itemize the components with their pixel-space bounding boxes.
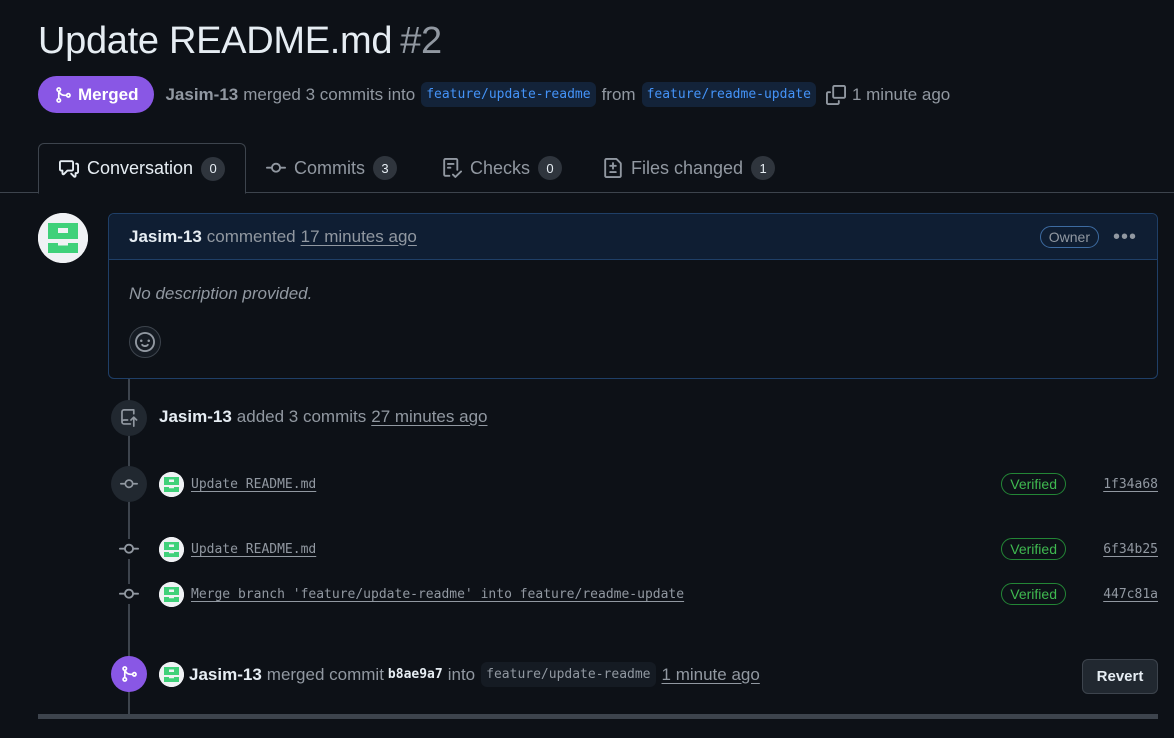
commit-row: Merge branch 'feature/update-readme' int… <box>159 581 1158 607</box>
commit-message-link[interactable]: Update README.md <box>191 542 316 557</box>
merge-author-link[interactable]: Jasim-13 <box>189 665 262 685</box>
tab-commits-count: 3 <box>373 156 397 180</box>
checklist-icon <box>443 158 462 178</box>
merge-branch-link[interactable]: feature/update-readme <box>481 662 656 687</box>
merge-commit-sha-link[interactable]: b8ae9a7 <box>388 667 443 682</box>
comment-discussion-icon <box>59 159 79 178</box>
verified-badge[interactable]: Verified <box>1001 538 1066 560</box>
avatar[interactable] <box>159 471 184 497</box>
commit-sha-link[interactable]: 447c81a <box>1100 587 1158 602</box>
commit-dot <box>117 584 141 604</box>
file-diff-icon <box>604 158 622 178</box>
git-commit-icon <box>120 479 138 489</box>
push-event-text: Jasim-13 added 3 commits 27 minutes ago <box>159 407 487 427</box>
verified-badge[interactable]: Verified <box>1001 473 1066 495</box>
base-branch-link[interactable]: feature/update-readme <box>421 82 596 107</box>
tab-checks-label: Checks <box>470 157 531 178</box>
tab-conversation-label: Conversation <box>87 158 194 178</box>
pr-author-link[interactable]: Jasim-13 <box>165 85 238 105</box>
pr-number: #2 <box>400 20 442 62</box>
verified-badge[interactable]: Verified <box>1001 583 1066 605</box>
tab-conversation-count: 0 <box>201 156 226 181</box>
push-author-link[interactable]: Jasim-13 <box>159 407 232 427</box>
pr-title: Update README.md #2 <box>38 20 442 63</box>
avatar[interactable] <box>159 581 184 607</box>
merge-text: merged 3 commits into <box>243 84 416 104</box>
commit-message-link[interactable]: Merge branch 'feature/update-readme' int… <box>191 587 684 602</box>
comment-action: commented <box>206 226 296 246</box>
tab-files-label: Files changed <box>631 157 744 178</box>
merge-time: 1 minute ago <box>851 84 951 104</box>
tab-files-changed[interactable]: Files changed 1 <box>603 143 776 193</box>
git-commit-icon <box>119 543 139 554</box>
commit-sha-link[interactable]: 1f34a68 <box>1100 477 1158 492</box>
tab-checks-count: 0 <box>538 156 563 180</box>
push-time-link[interactable]: 27 minutes ago <box>371 407 487 427</box>
merge-event-text: Jasim-13 merged commit b8ae9a7 into feat… <box>189 662 760 687</box>
merge-time-link[interactable]: 1 minute ago <box>662 665 760 685</box>
repo-push-icon <box>121 409 138 427</box>
commit-badge <box>111 466 147 502</box>
add-reaction-button[interactable] <box>129 326 161 358</box>
push-event-badge <box>111 400 147 436</box>
comment-body: No description provided. <box>129 284 313 303</box>
pr-description-comment: Jasim-13 commented 17 minutes ago Owner … <box>108 213 1158 379</box>
more-options-icon[interactable]: ••• <box>1113 227 1137 247</box>
avatar[interactable] <box>38 213 88 263</box>
head-branch-link[interactable]: feature/readme-update <box>641 82 816 107</box>
comment-header: Jasim-13 commented 17 minutes ago Owner … <box>109 214 1157 260</box>
copy-icon[interactable] <box>825 84 846 105</box>
merge-into-text: into <box>447 664 476 684</box>
git-commit-icon <box>266 162 286 173</box>
state-label: Merged <box>78 84 139 104</box>
avatar[interactable] <box>159 662 184 687</box>
comment-author-link[interactable]: Jasim-13 <box>129 227 202 247</box>
merged-state-badge: Merged <box>38 76 155 113</box>
commit-row: Update README.md Verified 6f34b25 <box>159 536 1158 562</box>
push-action: added 3 commits <box>236 407 367 426</box>
revert-button[interactable]: Revert <box>1082 659 1158 694</box>
tab-files-count: 1 <box>751 156 776 180</box>
tab-checks[interactable]: Checks 0 <box>442 143 563 193</box>
from-text: from <box>601 84 636 104</box>
pr-meta: Merged Jasim-13 merged 3 commits into fe… <box>38 76 950 113</box>
merge-event-badge <box>111 656 147 692</box>
tab-conversation[interactable]: Conversation 0 <box>38 143 247 194</box>
commit-row: Update README.md Verified 1f34a68 <box>159 471 1158 497</box>
commit-dot <box>117 539 141 559</box>
pr-title-text: Update README.md <box>38 20 393 62</box>
merge-action: merged commit <box>266 664 384 684</box>
timeline-divider <box>38 714 1158 719</box>
git-merge-icon <box>122 666 137 682</box>
git-commit-icon <box>119 588 139 599</box>
owner-badge: Owner <box>1039 225 1099 248</box>
tab-commits-label: Commits <box>294 157 365 178</box>
tab-commits[interactable]: Commits 3 <box>266 143 397 193</box>
comment-time-link[interactable]: 17 minutes ago <box>301 227 417 247</box>
smiley-icon <box>135 332 155 352</box>
avatar[interactable] <box>159 536 184 562</box>
git-merge-icon <box>56 86 71 103</box>
commit-message-link[interactable]: Update README.md <box>191 477 316 492</box>
pr-tabs: Conversation 0 Commits 3 Checks 0 Files … <box>0 143 1174 194</box>
commit-sha-link[interactable]: 6f34b25 <box>1100 542 1158 557</box>
